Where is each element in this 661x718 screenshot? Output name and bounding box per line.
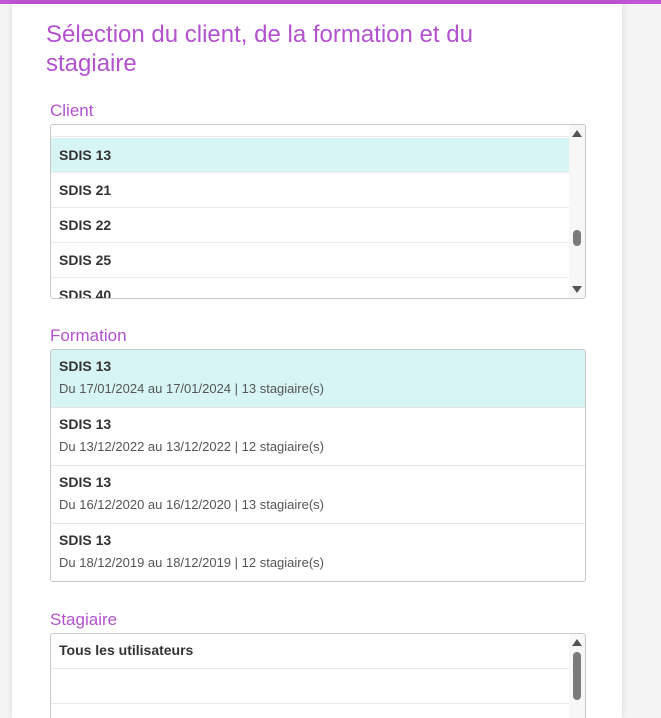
- client-listbox[interactable]: SDIS 08 SDIS 13 SDIS 21 SDIS 22 SDIS 25 …: [50, 124, 586, 299]
- client-list: SDIS 08 SDIS 13 SDIS 21 SDIS 22 SDIS 25 …: [51, 125, 569, 298]
- client-option[interactable]: SDIS 21: [51, 173, 569, 208]
- stagiaire-list: Tous les utilisateurs: [51, 634, 569, 718]
- stagiaire-listbox[interactable]: Tous les utilisateurs: [50, 633, 586, 718]
- stagiaire-option[interactable]: Tous les utilisateurs: [51, 634, 569, 669]
- client-option[interactable]: SDIS 40: [51, 278, 569, 298]
- client-option[interactable]: SDIS 22: [51, 208, 569, 243]
- scroll-up-arrow-icon[interactable]: [572, 639, 582, 646]
- formation-listbox[interactable]: SDIS 13 Du 17/01/2024 au 17/01/2024 | 13…: [50, 349, 586, 582]
- formation-option[interactable]: SDIS 13 Du 16/12/2020 au 16/12/2020 | 13…: [51, 466, 585, 524]
- client-option[interactable]: SDIS 08: [51, 125, 569, 137]
- client-scrollbar[interactable]: [569, 125, 585, 298]
- scroll-up-arrow-icon[interactable]: [572, 130, 582, 137]
- formation-name: SDIS 13: [59, 532, 112, 548]
- formation-name: SDIS 13: [59, 474, 112, 490]
- formation-detail: Du 13/12/2022 au 13/12/2022 | 12 stagiai…: [59, 439, 325, 454]
- formation-name: SDIS 13: [59, 358, 112, 374]
- formation-label: Formation: [50, 326, 127, 345]
- formation-name: SDIS 13: [59, 416, 112, 432]
- formation-option[interactable]: SDIS 13 Du 13/12/2022 au 13/12/2022 | 12…: [51, 408, 585, 466]
- formation-detail: Du 16/12/2020 au 16/12/2020 | 13 stagiai…: [59, 497, 325, 512]
- client-option-selected[interactable]: SDIS 13: [51, 138, 569, 173]
- client-label: Client: [50, 101, 94, 120]
- client-option[interactable]: SDIS 25: [51, 243, 569, 278]
- stagiaire-scroll-thumb[interactable]: [573, 652, 581, 700]
- stagiaire-label: Stagiaire: [50, 610, 118, 629]
- formation-detail: Du 18/12/2019 au 18/12/2019 | 12 stagiai…: [59, 555, 325, 570]
- scroll-down-arrow-icon[interactable]: [572, 286, 582, 293]
- formation-option-selected[interactable]: SDIS 13 Du 17/01/2024 au 17/01/2024 | 13…: [51, 350, 585, 408]
- formation-detail: Du 17/01/2024 au 17/01/2024 | 13 stagiai…: [59, 381, 325, 396]
- stagiaire-option[interactable]: [51, 704, 569, 718]
- stagiaire-option[interactable]: [51, 669, 569, 704]
- page-title: Sélection du client, de la formation et …: [46, 21, 473, 77]
- client-scroll-thumb[interactable]: [573, 230, 581, 246]
- selection-panel: Sélection du client, de la formation et …: [12, 4, 622, 718]
- formation-option[interactable]: SDIS 13 Du 18/12/2019 au 18/12/2019 | 12…: [51, 524, 585, 581]
- stagiaire-scrollbar[interactable]: [569, 634, 585, 718]
